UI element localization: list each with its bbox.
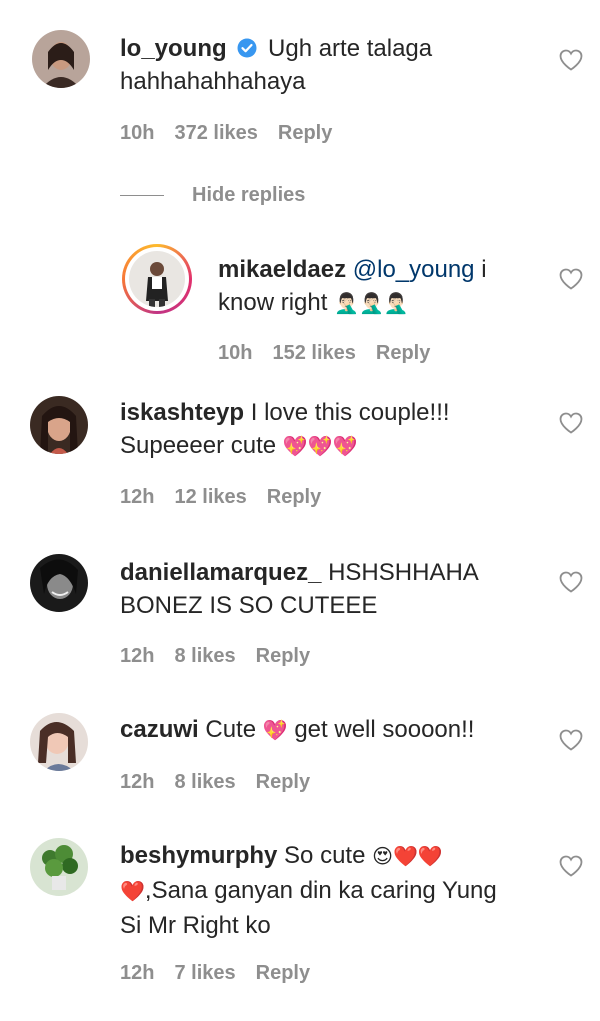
like-heart-icon[interactable] bbox=[559, 49, 583, 71]
comment-time[interactable]: 12h bbox=[120, 962, 154, 985]
reply-button[interactable]: Reply bbox=[256, 771, 310, 794]
comment-body-line2: ,Sana ganyan din ka caring Yung bbox=[144, 877, 497, 904]
heart-eyes-emoji: 😍❤️❤️ bbox=[372, 846, 443, 868]
avatar[interactable] bbox=[30, 713, 88, 771]
comment-time[interactable]: 12h bbox=[120, 645, 154, 668]
avatar[interactable] bbox=[30, 838, 88, 896]
verified-badge-icon bbox=[237, 34, 257, 58]
comment-meta: 12h 7 likes Reply bbox=[120, 962, 330, 985]
reply-button[interactable]: Reply bbox=[278, 122, 332, 145]
comment-text: cazuwi Cute 💖 get well soooon!! bbox=[120, 713, 540, 748]
sparkling-heart-emoji: 💖💖💖 bbox=[282, 436, 358, 458]
comment-time[interactable]: 12h bbox=[120, 771, 154, 794]
like-heart-icon[interactable] bbox=[559, 412, 583, 434]
hide-replies-button[interactable]: Hide replies bbox=[120, 180, 305, 210]
like-heart-icon[interactable] bbox=[559, 855, 583, 877]
comment-time[interactable]: 12h bbox=[120, 486, 154, 509]
divider bbox=[120, 194, 164, 196]
reply-body: i bbox=[481, 256, 487, 283]
username[interactable]: iskashteyp bbox=[120, 399, 244, 426]
comment-body: Ugh arte talaga bbox=[268, 35, 433, 62]
red-heart-emoji: ❤️ bbox=[120, 881, 145, 903]
mention-link[interactable]: @lo_young bbox=[353, 256, 475, 283]
reply-body-line2: know right bbox=[218, 289, 328, 316]
avatar[interactable] bbox=[32, 30, 90, 88]
username[interactable]: daniellamarquez_ bbox=[120, 559, 321, 586]
comment-body-line3: Si Mr Right ko bbox=[120, 912, 271, 939]
comment-body-line2: hahhahahhahaya bbox=[120, 68, 306, 95]
reply-text: mikaeldaez @lo_young i know right 🤦🏻‍♂️🤦… bbox=[218, 253, 548, 321]
like-count[interactable]: 8 likes bbox=[174, 645, 235, 668]
avatar[interactable] bbox=[30, 396, 88, 454]
reply-button[interactable]: Reply bbox=[256, 645, 310, 668]
like-count[interactable]: 152 likes bbox=[272, 342, 355, 365]
like-heart-icon[interactable] bbox=[559, 729, 583, 751]
username[interactable]: lo_young bbox=[120, 35, 227, 62]
like-count[interactable]: 7 likes bbox=[174, 962, 235, 985]
comment-body-line2: BONEZ IS SO CUTEEE bbox=[120, 592, 378, 619]
comment-body: Cute bbox=[205, 716, 257, 743]
comment-body: So cute bbox=[284, 842, 366, 869]
like-heart-icon[interactable] bbox=[559, 268, 583, 290]
comment-text: iskashteyp I love this couple!!! Supeeee… bbox=[120, 396, 540, 464]
sparkling-heart-emoji: 💖 bbox=[262, 720, 288, 742]
comment-meta: 12h 12 likes Reply bbox=[120, 486, 341, 509]
comment-text: beshymurphy So cute 😍❤️❤️ ❤️,Sana ganyan… bbox=[120, 839, 550, 942]
comment-body-tail: get well soooon!! bbox=[294, 716, 475, 743]
comment-time[interactable]: 10h bbox=[218, 342, 252, 365]
comment-text: lo_young Ugh arte talaga hahhahahhahaya bbox=[120, 32, 540, 98]
avatar[interactable] bbox=[30, 554, 88, 612]
comment-meta: 12h 8 likes Reply bbox=[120, 645, 330, 668]
reply-button[interactable]: Reply bbox=[267, 486, 321, 509]
like-heart-icon[interactable] bbox=[559, 571, 583, 593]
comment-text: daniellamarquez_ HSHSHHAHA BONEZ IS SO C… bbox=[120, 556, 540, 622]
comment-body: HSHSHHAHA bbox=[328, 559, 479, 586]
like-count[interactable]: 12 likes bbox=[174, 486, 246, 509]
reply-button[interactable]: Reply bbox=[256, 962, 310, 985]
like-count[interactable]: 8 likes bbox=[174, 771, 235, 794]
comment-body: I love this couple!!! bbox=[250, 399, 450, 426]
username[interactable]: mikaeldaez bbox=[218, 256, 346, 283]
comment-meta: 12h 8 likes Reply bbox=[120, 771, 330, 794]
story-ring-avatar[interactable] bbox=[122, 244, 192, 314]
facepalm-emoji: 🤦🏻‍♂️🤦🏻‍♂️🤦🏻‍♂️ bbox=[334, 293, 409, 315]
reply-meta: 10h 152 likes Reply bbox=[218, 342, 450, 365]
username[interactable]: beshymurphy bbox=[120, 842, 277, 869]
comment-body-line2: Supeeeer cute bbox=[120, 432, 277, 459]
like-count[interactable]: 372 likes bbox=[174, 122, 257, 145]
comment-meta: 10h 372 likes Reply bbox=[120, 122, 352, 145]
hide-replies-label: Hide replies bbox=[192, 183, 306, 206]
comment-time[interactable]: 10h bbox=[120, 122, 154, 145]
username[interactable]: cazuwi bbox=[120, 716, 199, 743]
reply-button[interactable]: Reply bbox=[376, 342, 430, 365]
